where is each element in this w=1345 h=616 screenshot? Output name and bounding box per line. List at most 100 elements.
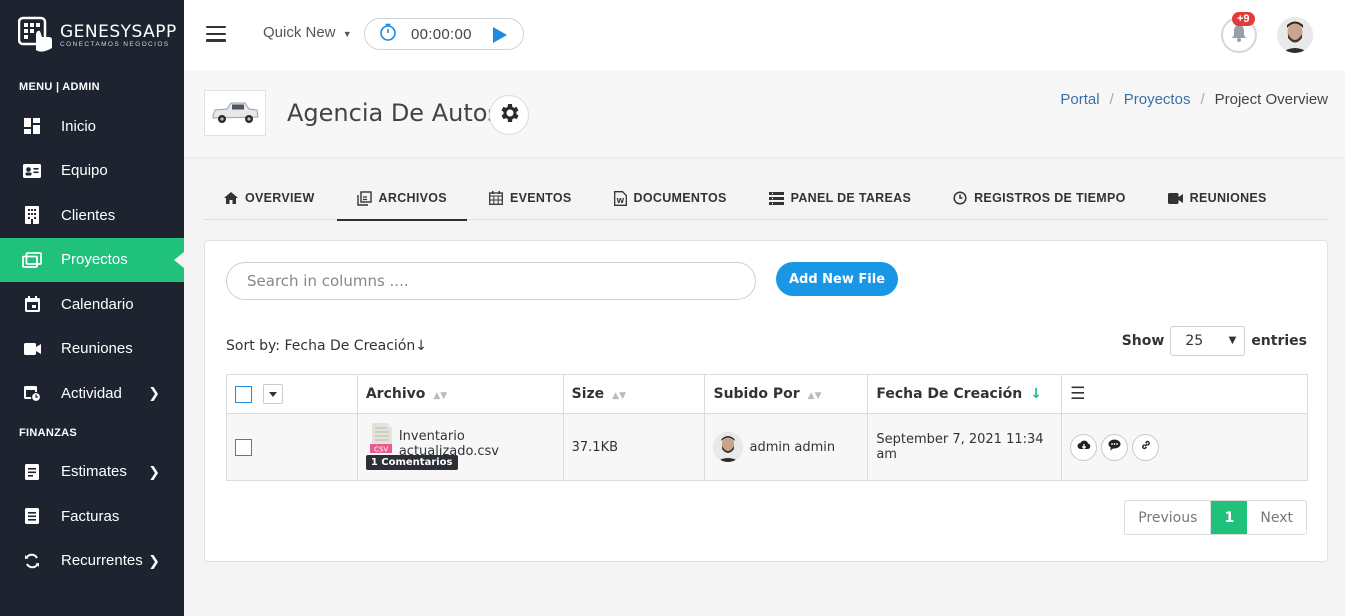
sort-icon: ▲▼ [807, 391, 822, 401]
sidebar-item-reuniones[interactable]: Reuniones [0, 327, 184, 372]
breadcrumb-portal[interactable]: Portal [1060, 91, 1099, 108]
sidebar-item-equipo[interactable]: Equipo [0, 149, 184, 194]
sidebar-item-clientes[interactable]: Clientes [0, 193, 184, 238]
copy-link-button[interactable] [1132, 433, 1160, 461]
uploader-avatar [713, 432, 744, 462]
timer-widget[interactable]: 00:00:00 [364, 18, 524, 50]
tab-documentos[interactable]: W DOCUMENTOS [613, 176, 727, 220]
comment-button[interactable] [1101, 433, 1129, 461]
file-size: 37.1KB [562, 413, 706, 481]
topbar: Quick New ▼ 00:00:00 +9 [184, 0, 1345, 70]
menu-toggle-icon[interactable] [206, 26, 226, 42]
building-icon [22, 205, 42, 225]
sidebar: GENESYSAPP CONECTAMOS NEGOCIOS MENU | AD… [0, 0, 184, 616]
entries-select[interactable]: 25 ▼ [1170, 326, 1246, 356]
sidebar-item-recurrentes[interactable]: Recurrentes ❯ [0, 539, 184, 584]
download-button[interactable] [1070, 433, 1098, 461]
clock-icon [953, 191, 967, 205]
breadcrumb-proyectos[interactable]: Proyectos [1124, 91, 1191, 108]
pagination: Previous 1 Next [1124, 500, 1307, 535]
select-all-checkbox[interactable] [235, 385, 252, 403]
sidebar-item-label: Recurrentes [61, 552, 143, 570]
sidebar-item-label: Clientes [61, 206, 116, 224]
add-new-file-button[interactable]: Add New File [776, 262, 898, 296]
pagination-next[interactable]: Next [1247, 501, 1306, 534]
video-camera-icon [22, 339, 42, 359]
chevron-right-icon: ❯ [148, 463, 160, 480]
uploader-cell: admin admin [704, 413, 869, 481]
sort-icon: ▲▼ [612, 391, 626, 401]
sidebar-item-actividad[interactable]: Actividad ❯ [0, 371, 184, 416]
logo[interactable]: GENESYSAPP CONECTAMOS NEGOCIOS [0, 0, 184, 70]
gear-icon [497, 101, 521, 130]
user-avatar[interactable] [1277, 17, 1313, 53]
entries-control: Show 25 ▼ entries [1122, 326, 1307, 356]
sidebar-item-label: Estimates [61, 463, 127, 481]
document-icon [22, 462, 42, 482]
list-menu-icon: ☰ [1070, 384, 1086, 404]
project-settings-button[interactable] [489, 95, 529, 135]
comments-badge[interactable]: 1 Comentarios [365, 455, 458, 470]
column-header-label: Fecha De Creación [876, 386, 1023, 402]
column-header-size[interactable]: Size ▲▼ [562, 374, 706, 414]
tab-registros-de-tiempo[interactable]: REGISTROS DE TIEMPO [953, 176, 1126, 220]
created-date: September 7, 2021 11:34 am [867, 413, 1063, 481]
tab-panel-de-tareas[interactable]: PANEL DE TAREAS [768, 176, 912, 220]
column-header-fecha-de-creacion[interactable]: Fecha De Creación ↓ [867, 374, 1063, 414]
uploader-name[interactable]: admin admin [749, 440, 835, 455]
calendar-clock-icon [22, 383, 42, 403]
bell-icon [1231, 24, 1247, 47]
project-header: Agencia De Autos Portal / Proyectos / Pr… [184, 70, 1345, 158]
quick-new-dropdown[interactable]: Quick New ▼ [263, 24, 352, 41]
calendar-icon [22, 294, 42, 314]
breadcrumb-separator: / [1200, 91, 1205, 108]
pagination-previous[interactable]: Previous [1125, 501, 1212, 534]
sidebar-item-label: Facturas [61, 507, 120, 525]
select-all-header [226, 374, 358, 414]
tab-reuniones[interactable]: REUNIONES [1167, 176, 1267, 220]
link-icon [1140, 439, 1152, 455]
column-header-actions[interactable]: ☰ [1061, 374, 1308, 414]
finance-section-title: FINANZAS [19, 426, 78, 439]
column-header-label: Archivo [365, 386, 426, 402]
file-cell: CSV Inventario actualizado.csv 1 Comenta… [356, 413, 564, 481]
sidebar-item-calendario[interactable]: Calendario [0, 282, 184, 327]
project-tabs: OVERVIEW ARCHIVOS EVENTOS W DOCUMENTOS P… [204, 176, 1328, 221]
tab-label: EVENTOS [509, 191, 572, 205]
pagination-page-1[interactable]: 1 [1211, 501, 1248, 534]
chevron-down-icon: ▼ [1228, 335, 1237, 346]
cloud-download-icon [1077, 439, 1091, 455]
row-checkbox[interactable] [235, 438, 252, 456]
search-input[interactable] [226, 262, 756, 300]
tab-overview[interactable]: OVERVIEW [224, 176, 315, 220]
id-card-icon [22, 161, 42, 181]
files-icon [356, 190, 372, 206]
folders-icon [22, 250, 42, 270]
tab-label: ARCHIVOS [378, 191, 447, 205]
comment-icon [1108, 439, 1121, 455]
tab-eventos[interactable]: EVENTOS [488, 176, 572, 220]
tasks-icon [768, 191, 784, 205]
svg-text:W: W [616, 197, 624, 205]
tab-label: REUNIONES [1189, 191, 1267, 205]
sidebar-item-facturas[interactable]: Facturas [0, 494, 184, 539]
entries-label: entries [1251, 333, 1307, 349]
bulk-actions-dropdown[interactable] [262, 384, 283, 404]
table-row: CSV Inventario actualizado.csv 1 Comenta… [226, 413, 1308, 481]
sidebar-item-inicio[interactable]: Inicio [0, 104, 184, 149]
sidebar-item-estimates[interactable]: Estimates ❯ [0, 450, 184, 495]
logo-subtitle: CONECTAMOS NEGOCIOS [60, 41, 170, 48]
sort-desc-icon: ↓ [1030, 386, 1042, 402]
column-header-subido-por[interactable]: Subido Por ▲▼ [704, 374, 869, 414]
column-header-archivo[interactable]: Archivo ▲▼ [356, 374, 564, 414]
sidebar-item-label: Equipo [61, 162, 108, 180]
row-select-cell [226, 413, 358, 481]
tab-archivos[interactable]: ARCHIVOS [336, 176, 468, 221]
tab-label: OVERVIEW [245, 191, 315, 205]
breadcrumb-separator: / [1109, 91, 1114, 108]
sidebar-item-proyectos[interactable]: Proyectos [0, 237, 184, 282]
logo-icon [17, 16, 56, 54]
sort-icon: ▲▼ [433, 391, 448, 401]
play-icon[interactable] [493, 27, 507, 43]
sidebar-item-label: Proyectos [61, 251, 128, 269]
